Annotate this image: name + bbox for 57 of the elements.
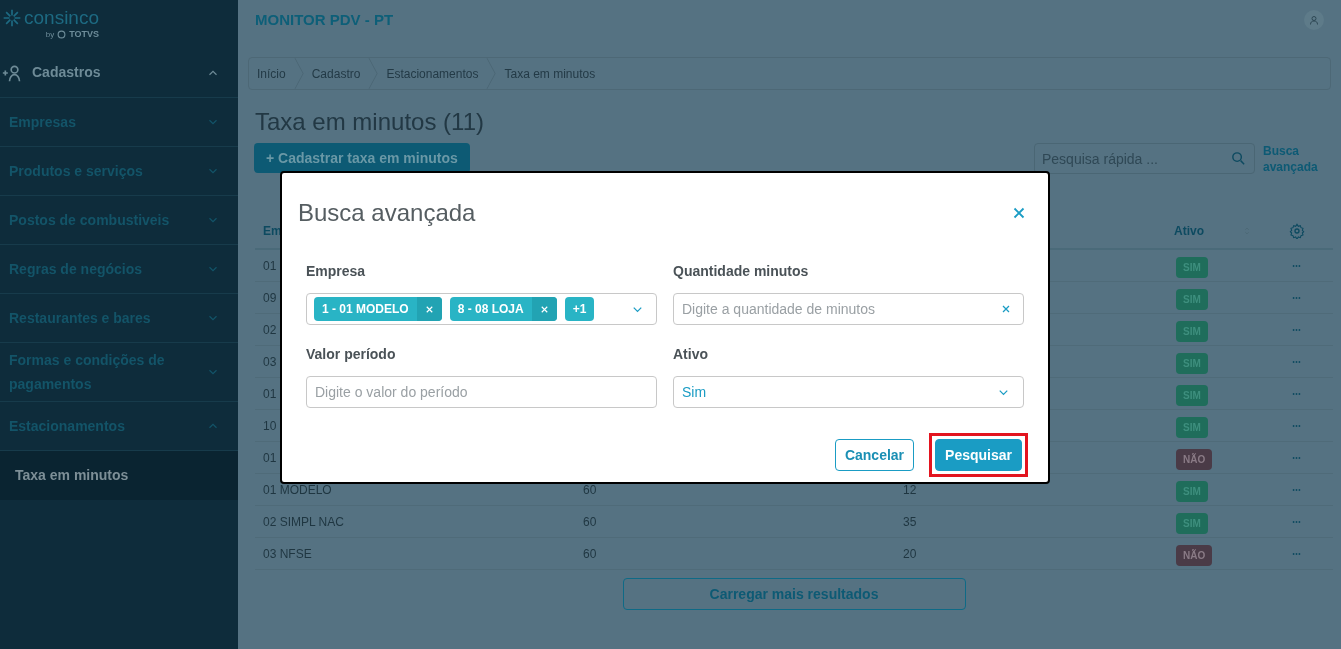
- field-label: Valor período: [306, 345, 397, 364]
- brand-icon: [57, 30, 67, 40]
- logo-text: consinco: [24, 8, 99, 28]
- dialog-title: Busca avançada: [298, 198, 476, 228]
- table-cell: 03: [263, 354, 277, 369]
- app-title: MONITOR PDV - PT: [255, 9, 394, 30]
- select-field[interactable]: Sim: [673, 376, 1024, 408]
- breadcrumb-link[interactable]: Cadastro: [303, 58, 369, 89]
- table-cell: 02 SIMPL NAC: [263, 514, 344, 529]
- logo-byline: by: [45, 28, 55, 41]
- settings-icon[interactable]: [1288, 223, 1305, 239]
- advanced-search-link[interactable]: Busca avançada: [1263, 143, 1319, 175]
- field-label: Quantidade minutos: [673, 262, 810, 281]
- table-cell: 01: [263, 450, 277, 465]
- sidebar-subitem[interactable]: Taxa em minutos: [0, 451, 238, 500]
- search-button[interactable]: Pesquisar: [935, 439, 1022, 471]
- table-cell: 12: [903, 482, 917, 497]
- clear-icon[interactable]: [1000, 303, 1012, 315]
- selected-chip[interactable]: 8 - 08 LOJA: [449, 297, 557, 321]
- brand-text: TOTVS: [69, 28, 99, 41]
- breadcrumb-link[interactable]: Taxa em minutos: [496, 58, 604, 89]
- field-label: Ativo: [673, 345, 709, 364]
- user-icon: [1308, 14, 1320, 26]
- status-tag: NÃO: [1176, 448, 1213, 470]
- sidebar-label: Cadastros: [32, 63, 101, 82]
- count-chip[interactable]: +1: [564, 297, 595, 321]
- table-cell: 02: [263, 322, 277, 337]
- table-cell: 01: [263, 258, 277, 273]
- load-more-button[interactable]: Carregar mais resultados: [622, 578, 966, 610]
- table-cell: 60: [583, 482, 597, 497]
- input-field[interactable]: Digite a quantidade de minutos: [673, 293, 1024, 325]
- cancel-button[interactable]: Cancelar: [834, 439, 915, 471]
- table-cell: 60: [583, 546, 597, 561]
- logo-icon: [2, 8, 22, 28]
- table-cell: 03 NFSE: [263, 546, 312, 561]
- page-title: Taxa em minutos (11): [254, 107, 485, 137]
- select-value: Sim: [682, 382, 707, 402]
- user-avatar[interactable]: [1304, 10, 1324, 30]
- field-label: Empresa: [306, 262, 367, 281]
- table-cell: 10: [263, 418, 277, 433]
- breadcrumb-link[interactable]: Início: [249, 58, 294, 89]
- table-cell: 60: [583, 514, 597, 529]
- table-cell: 09: [263, 290, 277, 305]
- add-button[interactable]: + Cadastrar taxa em minutos: [254, 143, 470, 173]
- search-icon[interactable]: [1230, 150, 1247, 167]
- status-tag: NÃO: [1176, 544, 1213, 566]
- multiselect-field[interactable]: 1 - 01 MODELO 8 - 08 LOJA +1: [306, 293, 657, 325]
- column-header[interactable]: Ativo: [1174, 222, 1204, 240]
- table-cell: 01: [263, 386, 277, 401]
- input-field[interactable]: Digite o valor do período: [306, 376, 657, 408]
- chip-label: 1 - 01 MODELO: [321, 301, 410, 318]
- table-cell: 01 MODELO: [263, 482, 332, 497]
- selected-chip[interactable]: 1 - 01 MODELO: [314, 297, 442, 321]
- table-cell: 35: [903, 514, 917, 529]
- table-cell: 20: [903, 546, 917, 561]
- chip-label: 8 - 08 LOJA: [456, 301, 525, 318]
- breadcrumb-link[interactable]: Estacionamentos: [378, 58, 487, 89]
